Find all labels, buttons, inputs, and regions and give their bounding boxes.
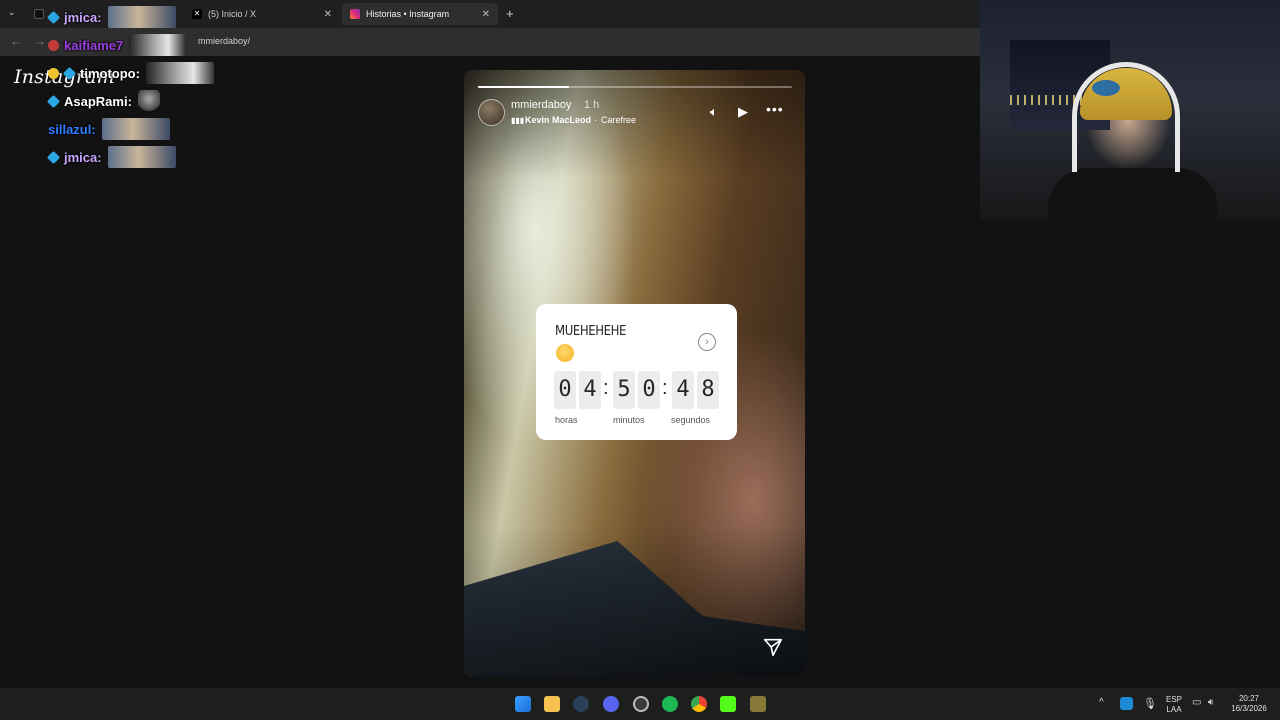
chat-message: kaifiame7 — [48, 34, 186, 56]
url-field[interactable]: mmierdaboy/ — [198, 36, 250, 46]
badge-icon — [46, 10, 61, 24]
chat-message: jmica: — [46, 6, 176, 28]
chat-message: jmica: — [46, 146, 176, 168]
forward-arrow-icon[interactable]: → — [34, 34, 46, 48]
label-hours: horas — [555, 415, 578, 425]
chat-username: sillazul: — [48, 121, 96, 137]
badge-icon — [62, 66, 77, 80]
story-username[interactable]: mmierdaboy — [511, 99, 572, 111]
network-icon[interactable]: ▭ — [1192, 697, 1201, 708]
emote-image — [107, 6, 176, 28]
chat-message: timotopo: — [48, 62, 214, 84]
back-arrow-icon[interactable]: ← — [10, 34, 22, 48]
badge-icon — [46, 94, 61, 108]
colon-separator: : — [603, 377, 609, 399]
tab-instagram[interactable]: Historias • Instagram ✕ — [342, 3, 498, 25]
chat-username: AsapRami: — [64, 93, 132, 109]
taskbar: ^ 🎙︎ ESP LAA ▭ 🔉︎ 20:27 16/3/2026 — [0, 688, 1280, 720]
clock[interactable]: 20:27 16/3/2026 — [1228, 694, 1270, 714]
colon-separator: : — [662, 377, 668, 399]
avatar[interactable] — [478, 99, 505, 126]
countdown-digit-seconds-ones: 8 — [697, 371, 719, 409]
file-explorer-icon[interactable] — [544, 696, 560, 712]
new-tab-button[interactable]: + — [506, 6, 514, 21]
countdown-digit-hours-ones: 4 — [579, 371, 601, 409]
chat-message: AsapRami: — [46, 90, 160, 112]
emote-image — [101, 118, 170, 140]
microphone-icon[interactable]: 🎙︎ — [1143, 697, 1157, 710]
emoji-icon — [48, 67, 59, 79]
play-icon[interactable]: ▶ — [738, 104, 748, 120]
speaker-icon[interactable]: 🔈︎ — [710, 104, 718, 120]
story-timestamp: 1 h — [584, 99, 600, 111]
obs-icon[interactable] — [633, 696, 649, 712]
beanie-logo — [1092, 80, 1120, 96]
instagram-icon — [350, 9, 360, 19]
discord-icon[interactable] — [603, 696, 619, 712]
chrome-icon[interactable] — [691, 696, 707, 712]
webcam-overlay — [980, 0, 1280, 220]
close-icon[interactable]: ✕ — [324, 9, 332, 20]
countdown-digit-minutes-ones: 0 — [638, 371, 660, 409]
chat-username: jmica: — [64, 9, 102, 25]
tab-label: (5) Inicio / X — [208, 9, 257, 19]
countdown-digit-minutes-tens: 5 — [613, 371, 635, 409]
send-icon[interactable] — [762, 636, 784, 658]
chevron-right-icon[interactable]: › — [698, 333, 716, 351]
music-song[interactable]: Carefree — [601, 115, 636, 125]
steam-icon[interactable] — [573, 696, 589, 712]
music-artist[interactable]: Kevin MacLeod — [525, 115, 591, 125]
more-options-icon[interactable]: ••• — [766, 101, 784, 117]
close-icon[interactable]: ✕ — [482, 9, 490, 20]
chevron-up-icon[interactable]: ^ — [1099, 697, 1104, 708]
badge-icon — [46, 150, 61, 164]
countdown-sticker[interactable]: MUEHEHEHE › 0 4 : 5 0 : 4 8 horas minuto… — [536, 304, 737, 440]
windows-start-icon[interactable] — [515, 696, 531, 712]
emote-image — [107, 146, 176, 168]
tab-label: Historias • Instagram — [366, 9, 450, 19]
clock-date: 16/3/2026 — [1231, 704, 1267, 713]
emote-image — [129, 34, 186, 56]
x-logo-icon: ✕ — [192, 9, 202, 19]
spotify-icon[interactable] — [662, 696, 678, 712]
chat-username: kaifiame7 — [64, 37, 124, 53]
music-bars-icon: ▮▮▮ — [511, 116, 525, 125]
chat-username: timotopo: — [80, 65, 140, 81]
tiktok-icon — [34, 9, 44, 19]
countdown-digit-hours-tens: 0 — [554, 371, 576, 409]
tab-search-icon[interactable]: ⌄ — [8, 7, 16, 18]
chat-message: sillazul: — [48, 118, 170, 140]
story-progress-fill — [478, 86, 570, 88]
badge-icon — [48, 39, 59, 51]
chat-username: jmica: — [64, 149, 102, 165]
security-tray-icon[interactable] — [1120, 697, 1133, 710]
screen: ⌄ … ✕ (5) Inicio / X ✕ Historias • Insta… — [0, 0, 1280, 720]
emote-image — [137, 90, 160, 112]
minecraft-icon[interactable] — [750, 696, 766, 712]
story-viewer[interactable]: mmierdaboy 1 h ▮▮▮ Kevin MacLeod · Caref… — [464, 70, 805, 676]
lang-top: ESP — [1166, 695, 1183, 704]
countdown-digit-seconds-tens: 4 — [672, 371, 694, 409]
label-minutes: minutos — [613, 415, 645, 425]
kick-icon[interactable] — [720, 696, 736, 712]
label-seconds: segundos — [671, 415, 711, 425]
tab-x[interactable]: ✕ (5) Inicio / X ✕ — [184, 3, 340, 25]
yawning-face-icon — [556, 344, 574, 362]
music-separator: · — [594, 115, 597, 125]
clock-time: 20:27 — [1238, 694, 1260, 703]
lang-bottom: LAA — [1166, 705, 1182, 714]
story-progress-bar — [478, 86, 792, 88]
volume-icon[interactable]: 🔉︎ — [1208, 697, 1214, 708]
webcam-shirt — [1048, 168, 1218, 220]
language-indicator[interactable]: ESP LAA — [1166, 695, 1182, 715]
countdown-title: MUEHEHEHE — [555, 324, 627, 339]
emote-image — [145, 62, 214, 84]
